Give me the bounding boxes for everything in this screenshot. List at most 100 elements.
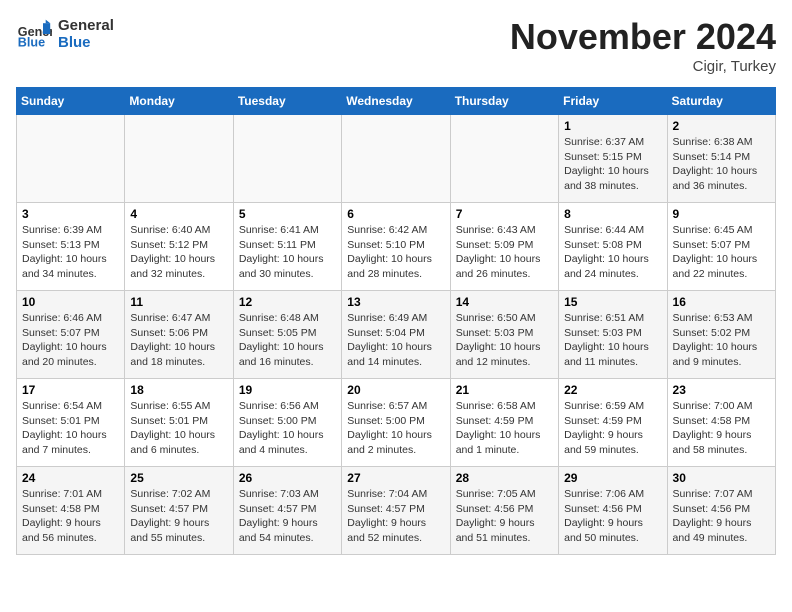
calendar-day-cell: 26 Sunrise: 7:03 AMSunset: 4:57 PMDayligh… bbox=[233, 467, 341, 555]
day-number: 25 bbox=[130, 471, 227, 485]
day-number: 7 bbox=[456, 207, 553, 221]
day-info-text: Sunrise: 6:49 AMSunset: 5:04 PMDaylight:… bbox=[347, 311, 444, 370]
calendar-day-cell: 3 Sunrise: 6:39 AMSunset: 5:13 PMDaylight… bbox=[17, 203, 125, 291]
calendar-week-row: 1 Sunrise: 6:37 AMSunset: 5:15 PMDaylight… bbox=[17, 115, 776, 203]
day-number: 28 bbox=[456, 471, 553, 485]
day-info-text: Sunrise: 7:03 AMSunset: 4:57 PMDaylight:… bbox=[239, 487, 336, 546]
calendar-day-cell: 17 Sunrise: 6:54 AMSunset: 5:01 PMDayligh… bbox=[17, 379, 125, 467]
day-number: 14 bbox=[456, 295, 553, 309]
svg-text:Blue: Blue bbox=[18, 36, 45, 50]
calendar-day-cell: 21 Sunrise: 6:58 AMSunset: 4:59 PMDayligh… bbox=[450, 379, 558, 467]
day-number: 17 bbox=[22, 383, 119, 397]
calendar-day-cell: 22 Sunrise: 6:59 AMSunset: 4:59 PMDayligh… bbox=[559, 379, 667, 467]
calendar-day-cell: 19 Sunrise: 6:56 AMSunset: 5:00 PMDayligh… bbox=[233, 379, 341, 467]
day-number: 6 bbox=[347, 207, 444, 221]
calendar-day-cell: 20 Sunrise: 6:57 AMSunset: 5:00 PMDayligh… bbox=[342, 379, 450, 467]
calendar-day-cell: 27 Sunrise: 7:04 AMSunset: 4:57 PMDayligh… bbox=[342, 467, 450, 555]
calendar-day-cell bbox=[17, 115, 125, 203]
day-info-text: Sunrise: 6:38 AMSunset: 5:14 PMDaylight:… bbox=[673, 135, 770, 194]
calendar-day-cell: 15 Sunrise: 6:51 AMSunset: 5:03 PMDayligh… bbox=[559, 291, 667, 379]
day-number: 3 bbox=[22, 207, 119, 221]
calendar-day-cell: 6 Sunrise: 6:42 AMSunset: 5:10 PMDaylight… bbox=[342, 203, 450, 291]
day-info-text: Sunrise: 6:40 AMSunset: 5:12 PMDaylight:… bbox=[130, 223, 227, 282]
day-number: 18 bbox=[130, 383, 227, 397]
calendar-day-cell: 29Sunrise: 7:06 AMSunset: 4:56 PMDayligh… bbox=[559, 467, 667, 555]
day-info-text: Sunrise: 6:41 AMSunset: 5:11 PMDaylight:… bbox=[239, 223, 336, 282]
day-number: 2 bbox=[673, 119, 770, 133]
calendar-day-cell: 1 Sunrise: 6:37 AMSunset: 5:15 PMDaylight… bbox=[559, 115, 667, 203]
day-info-text: Sunrise: 6:42 AMSunset: 5:10 PMDaylight:… bbox=[347, 223, 444, 282]
day-info-text: Sunrise: 6:59 AMSunset: 4:59 PMDaylight:… bbox=[564, 399, 661, 458]
calendar-day-cell: 25Sunrise: 7:02 AMSunset: 4:57 PMDayligh… bbox=[125, 467, 233, 555]
calendar-day-cell: 14 Sunrise: 6:50 AMSunset: 5:03 PMDayligh… bbox=[450, 291, 558, 379]
day-number: 27 bbox=[347, 471, 444, 485]
calendar-day-cell: 18Sunrise: 6:55 AMSunset: 5:01 PMDayligh… bbox=[125, 379, 233, 467]
logo-blue-text: Blue bbox=[58, 34, 114, 51]
calendar-body: 1 Sunrise: 6:37 AMSunset: 5:15 PMDaylight… bbox=[17, 115, 776, 555]
day-info-text: Sunrise: 6:47 AMSunset: 5:06 PMDaylight:… bbox=[130, 311, 227, 370]
calendar-day-cell: 9 Sunrise: 6:45 AMSunset: 5:07 PMDaylight… bbox=[667, 203, 775, 291]
day-of-week-header: Wednesday bbox=[342, 88, 450, 115]
calendar-day-cell bbox=[450, 115, 558, 203]
day-of-week-header: Friday bbox=[559, 88, 667, 115]
day-number: 20 bbox=[347, 383, 444, 397]
calendar-day-cell: 5Sunrise: 6:41 AMSunset: 5:11 PMDaylight… bbox=[233, 203, 341, 291]
day-number: 26 bbox=[239, 471, 336, 485]
day-number: 21 bbox=[456, 383, 553, 397]
day-info-text: Sunrise: 6:51 AMSunset: 5:03 PMDaylight:… bbox=[564, 311, 661, 370]
calendar-week-row: 24 Sunrise: 7:01 AMSunset: 4:58 PMDayligh… bbox=[17, 467, 776, 555]
page-header: General Blue General Blue November 2024 … bbox=[16, 16, 776, 75]
calendar-day-cell: 28 Sunrise: 7:05 AMSunset: 4:56 PMDayligh… bbox=[450, 467, 558, 555]
day-info-text: Sunrise: 6:57 AMSunset: 5:00 PMDaylight:… bbox=[347, 399, 444, 458]
day-of-week-header: Sunday bbox=[17, 88, 125, 115]
calendar-week-row: 3 Sunrise: 6:39 AMSunset: 5:13 PMDaylight… bbox=[17, 203, 776, 291]
days-header-row: SundayMondayTuesdayWednesdayThursdayFrid… bbox=[17, 88, 776, 115]
day-number: 23 bbox=[673, 383, 770, 397]
month-title: November 2024 bbox=[510, 16, 776, 58]
day-info-text: Sunrise: 6:44 AMSunset: 5:08 PMDaylight:… bbox=[564, 223, 661, 282]
day-number: 22 bbox=[564, 383, 661, 397]
day-info-text: Sunrise: 6:46 AMSunset: 5:07 PMDaylight:… bbox=[22, 311, 119, 370]
calendar-day-cell: 7 Sunrise: 6:43 AMSunset: 5:09 PMDaylight… bbox=[450, 203, 558, 291]
day-info-text: Sunrise: 7:01 AMSunset: 4:58 PMDaylight:… bbox=[22, 487, 119, 546]
calendar-day-cell: 4 Sunrise: 6:40 AMSunset: 5:12 PMDaylight… bbox=[125, 203, 233, 291]
day-number: 15 bbox=[564, 295, 661, 309]
day-number: 9 bbox=[673, 207, 770, 221]
calendar-day-cell: 8Sunrise: 6:44 AMSunset: 5:08 PMDaylight… bbox=[559, 203, 667, 291]
calendar-day-cell bbox=[233, 115, 341, 203]
title-block: November 2024 Cigir, Turkey bbox=[510, 16, 776, 75]
day-info-text: Sunrise: 7:07 AMSunset: 4:56 PMDaylight:… bbox=[673, 487, 770, 546]
day-info-text: Sunrise: 7:05 AMSunset: 4:56 PMDaylight:… bbox=[456, 487, 553, 546]
day-info-text: Sunrise: 6:37 AMSunset: 5:15 PMDaylight:… bbox=[564, 135, 661, 194]
day-number: 19 bbox=[239, 383, 336, 397]
day-info-text: Sunrise: 6:45 AMSunset: 5:07 PMDaylight:… bbox=[673, 223, 770, 282]
day-number: 24 bbox=[22, 471, 119, 485]
day-number: 10 bbox=[22, 295, 119, 309]
day-info-text: Sunrise: 6:39 AMSunset: 5:13 PMDaylight:… bbox=[22, 223, 119, 282]
day-number: 11 bbox=[130, 295, 227, 309]
day-info-text: Sunrise: 6:56 AMSunset: 5:00 PMDaylight:… bbox=[239, 399, 336, 458]
calendar-day-cell: 30 Sunrise: 7:07 AMSunset: 4:56 PMDayligh… bbox=[667, 467, 775, 555]
calendar-week-row: 10 Sunrise: 6:46 AMSunset: 5:07 PMDayligh… bbox=[17, 291, 776, 379]
calendar-day-cell: 13Sunrise: 6:49 AMSunset: 5:04 PMDayligh… bbox=[342, 291, 450, 379]
day-info-text: Sunrise: 6:50 AMSunset: 5:03 PMDaylight:… bbox=[456, 311, 553, 370]
calendar-header: SundayMondayTuesdayWednesdayThursdayFrid… bbox=[17, 88, 776, 115]
calendar-week-row: 17 Sunrise: 6:54 AMSunset: 5:01 PMDayligh… bbox=[17, 379, 776, 467]
day-info-text: Sunrise: 6:53 AMSunset: 5:02 PMDaylight:… bbox=[673, 311, 770, 370]
calendar-day-cell: 23Sunrise: 7:00 AMSunset: 4:58 PMDayligh… bbox=[667, 379, 775, 467]
day-number: 16 bbox=[673, 295, 770, 309]
day-number: 12 bbox=[239, 295, 336, 309]
logo: General Blue General Blue bbox=[16, 16, 114, 52]
day-of-week-header: Saturday bbox=[667, 88, 775, 115]
day-info-text: Sunrise: 7:04 AMSunset: 4:57 PMDaylight:… bbox=[347, 487, 444, 546]
day-of-week-header: Thursday bbox=[450, 88, 558, 115]
day-number: 30 bbox=[673, 471, 770, 485]
day-info-text: Sunrise: 6:58 AMSunset: 4:59 PMDaylight:… bbox=[456, 399, 553, 458]
day-info-text: Sunrise: 6:54 AMSunset: 5:01 PMDaylight:… bbox=[22, 399, 119, 458]
day-info-text: Sunrise: 6:43 AMSunset: 5:09 PMDaylight:… bbox=[456, 223, 553, 282]
day-number: 29 bbox=[564, 471, 661, 485]
day-number: 4 bbox=[130, 207, 227, 221]
logo-general-text: General bbox=[58, 17, 114, 34]
day-number: 1 bbox=[564, 119, 661, 133]
calendar-day-cell: 16 Sunrise: 6:53 AMSunset: 5:02 PMDayligh… bbox=[667, 291, 775, 379]
